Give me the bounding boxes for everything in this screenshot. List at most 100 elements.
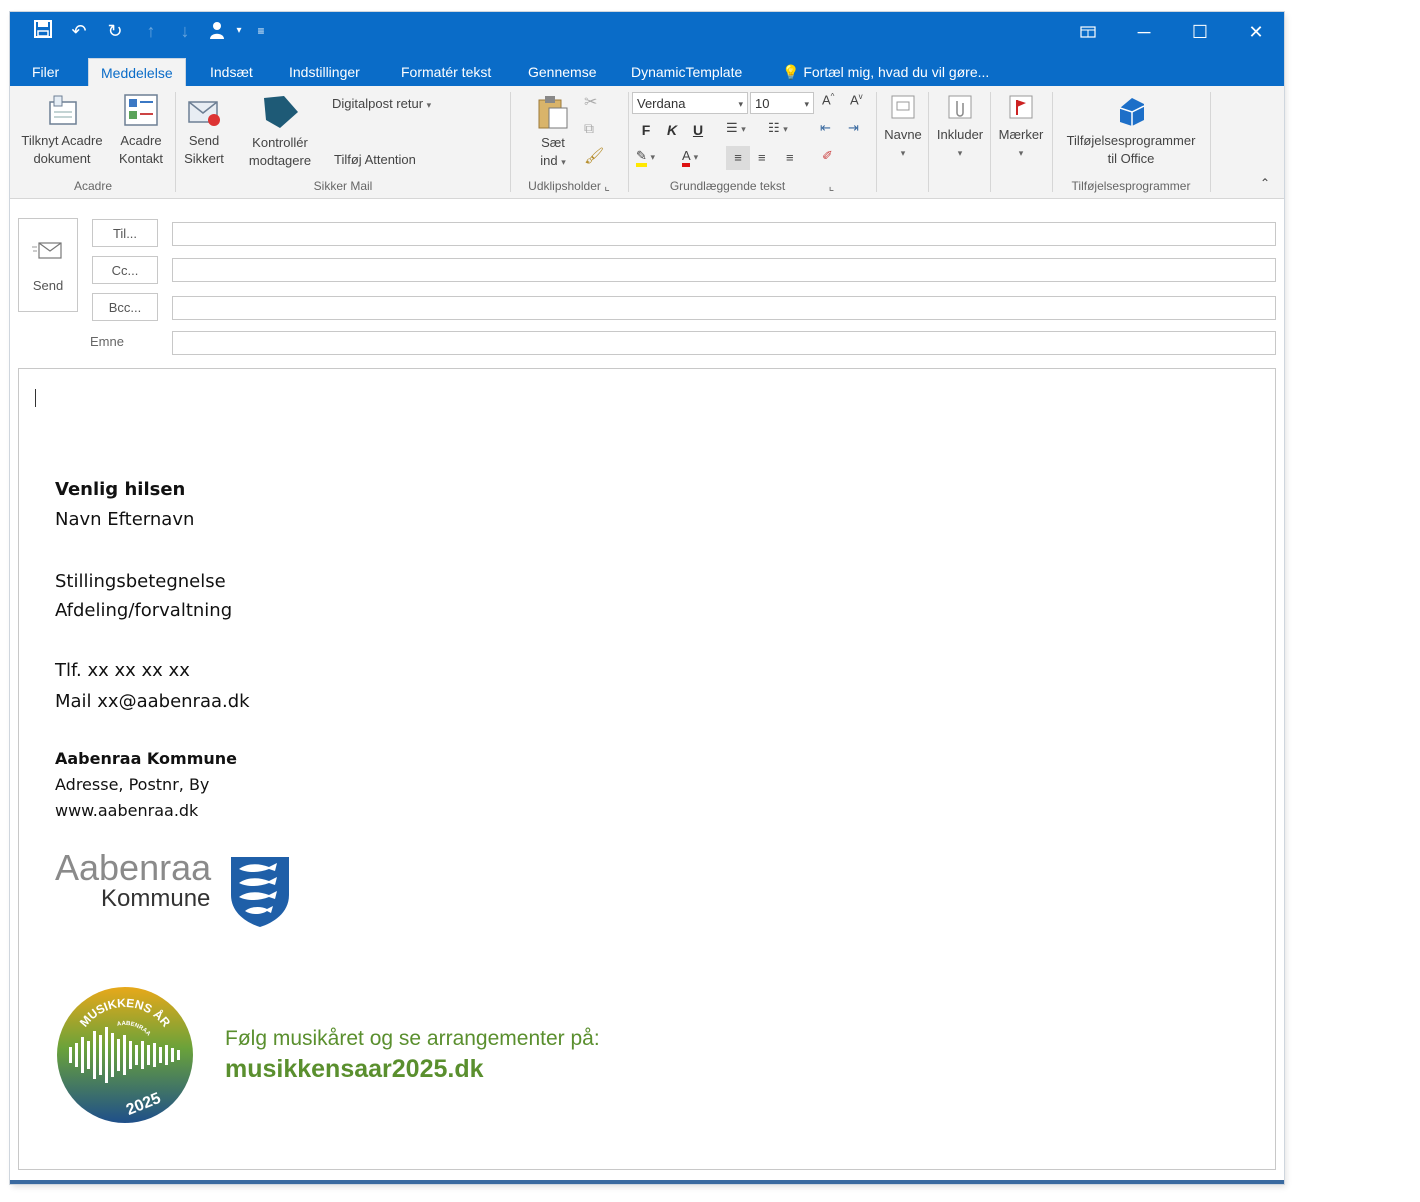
coat-of-arms-icon bbox=[231, 857, 289, 927]
bcc-button[interactable]: Bcc... bbox=[92, 293, 158, 321]
tell-me-search[interactable]: 💡 Fortæl mig, hvad du vil gøre... bbox=[782, 58, 989, 86]
signature-website[interactable]: www.aabenraa.dk bbox=[55, 801, 198, 820]
digitalpost-dropdown[interactable]: Digitalpost retur ▾ bbox=[332, 96, 431, 111]
outlook-compose-window: ↶ ↻ ↑ ↓ ▾ ≡ ─ ☐ ✕ Filer Meddelelse Indsæ… bbox=[10, 12, 1284, 1184]
down-arrow-icon[interactable]: ↓ bbox=[174, 20, 196, 42]
person-icon[interactable] bbox=[206, 20, 228, 42]
to-button[interactable]: Til... bbox=[92, 219, 158, 247]
group-label-acadre: Acadre bbox=[73, 179, 113, 193]
align-left-icon[interactable]: ≡ bbox=[726, 146, 750, 170]
send-button[interactable]: Send bbox=[18, 218, 78, 312]
font-select[interactable]: Verdana ▾ bbox=[632, 92, 748, 114]
attach-acadre-button[interactable]: Tilknyt Acadre dokument bbox=[14, 92, 110, 168]
check-recipients-label-1: Kontrollér bbox=[252, 135, 308, 150]
align-center-icon[interactable]: ≡ bbox=[758, 146, 766, 170]
customize-icon[interactable]: ≡ bbox=[250, 20, 272, 42]
ribbon-divider bbox=[175, 92, 176, 192]
add-attention-button[interactable]: Tilføj Attention bbox=[334, 152, 416, 167]
copy-icon[interactable]: ⧉ bbox=[584, 120, 594, 137]
tab-meddelelse[interactable]: Meddelelse bbox=[88, 58, 186, 87]
clear-formatting-icon[interactable]: ✐ bbox=[822, 148, 833, 164]
send-secure-button[interactable]: Send Sikkert bbox=[178, 94, 230, 168]
ribbon-divider bbox=[1210, 92, 1211, 192]
tab-dynamictemplate[interactable]: DynamicTemplate bbox=[619, 58, 754, 86]
arrow-icon bbox=[264, 96, 298, 128]
to-field[interactable] bbox=[172, 222, 1276, 246]
chevron-down-icon: ▾ bbox=[957, 148, 963, 158]
decrease-indent-icon[interactable]: ⇤ bbox=[820, 120, 831, 136]
paste-label-2: ind ▾ bbox=[540, 153, 566, 168]
maximize-icon[interactable]: ☐ bbox=[1184, 18, 1216, 46]
italic-button[interactable]: K bbox=[662, 122, 682, 138]
music-year-text: Følg musikåret og se arrangementer på: bbox=[225, 1027, 600, 1050]
bold-button[interactable]: F bbox=[636, 122, 656, 138]
font-size-select[interactable]: 10 ▾ bbox=[750, 92, 814, 114]
close-icon[interactable]: ✕ bbox=[1240, 18, 1272, 46]
increase-indent-icon[interactable]: ⇥ bbox=[848, 120, 859, 136]
dialog-launcher-icon[interactable]: ⌞ bbox=[604, 179, 610, 193]
ribbon-divider bbox=[510, 92, 511, 192]
minimize-icon[interactable]: ─ bbox=[1128, 18, 1160, 46]
underline-button[interactable]: U bbox=[688, 122, 708, 138]
format-painter-icon[interactable]: 🖌 bbox=[584, 146, 604, 166]
tab-formater-tekst[interactable]: Formatér tekst bbox=[389, 58, 503, 86]
paste-button[interactable]: Sæt ind ▾ bbox=[530, 94, 576, 171]
align-right-icon[interactable]: ≡ bbox=[786, 146, 794, 170]
redo-icon[interactable]: ↻ bbox=[104, 20, 126, 42]
undo-icon[interactable]: ↶ bbox=[68, 20, 90, 42]
chevron-down-icon[interactable]: ▾ bbox=[228, 20, 250, 42]
tab-indsaet[interactable]: Indsæt bbox=[198, 58, 265, 86]
ribbon-divider bbox=[990, 92, 991, 192]
tab-filer[interactable]: Filer bbox=[20, 58, 71, 86]
subject-label: Emne bbox=[90, 334, 124, 349]
bullets-icon[interactable]: ☰ ▾ bbox=[726, 120, 746, 136]
up-arrow-icon[interactable]: ↑ bbox=[140, 20, 162, 42]
ribbon: Tilknyt Acadre dokument Acadre Kontakt A… bbox=[10, 86, 1284, 199]
numbering-icon[interactable]: ☷ ▾ bbox=[768, 120, 788, 136]
paperclip-icon bbox=[948, 95, 972, 119]
save-icon[interactable] bbox=[32, 20, 54, 42]
subject-field[interactable] bbox=[172, 331, 1276, 355]
include-button[interactable]: Inkluder ▾ bbox=[932, 92, 988, 162]
grow-font-icon[interactable]: A^ bbox=[822, 92, 834, 107]
include-label: Inkluder bbox=[936, 127, 984, 142]
signature-organization: Aabenraa Kommune bbox=[55, 749, 238, 768]
musikkens-aar-badge: MUSIKKENS ÅR AABENRAA 2025 bbox=[55, 985, 195, 1125]
font-size-value: 10 bbox=[755, 96, 770, 111]
lightbulb-icon: 💡 bbox=[782, 64, 800, 80]
dialog-launcher-icon[interactable]: ⌞ bbox=[829, 179, 835, 193]
font-value: Verdana bbox=[637, 96, 686, 111]
signature-department: Afdeling/forvaltning bbox=[55, 600, 233, 621]
shrink-font-icon[interactable]: Av bbox=[850, 92, 863, 107]
group-label-addins: Tilføjelsesprogrammer bbox=[1071, 179, 1191, 193]
chevron-down-icon: ▾ bbox=[426, 100, 432, 110]
highlight-icon[interactable]: ✎ ▾ bbox=[636, 148, 655, 167]
collapse-ribbon-icon[interactable]: ⌃ bbox=[1260, 176, 1270, 190]
clipboard-icon bbox=[538, 96, 568, 129]
acadre-contact-label-1: Acadre bbox=[120, 133, 162, 148]
ribbon-display-icon[interactable] bbox=[1072, 18, 1104, 46]
cc-field[interactable] bbox=[172, 258, 1276, 282]
office-addins-button[interactable]: Tilføjelsesprogrammer til Office bbox=[1056, 94, 1206, 168]
cut-icon[interactable]: ✂ bbox=[584, 92, 597, 112]
tags-button[interactable]: Mærker ▾ bbox=[994, 92, 1048, 162]
font-color-icon[interactable]: A ▾ bbox=[682, 148, 698, 167]
signature-phone: Tlf. xx xx xx xx bbox=[55, 660, 190, 681]
chevron-down-icon: ▾ bbox=[738, 99, 743, 109]
message-body[interactable]: Venlig hilsen Navn Efternavn Stillingsbe… bbox=[18, 368, 1276, 1170]
office-addins-label-2: til Office bbox=[1107, 151, 1155, 166]
cc-button[interactable]: Cc... bbox=[92, 256, 158, 284]
music-year-link[interactable]: musikkensaar2025.dk bbox=[225, 1055, 484, 1084]
flag-icon bbox=[1009, 95, 1033, 119]
secure-mail-icon bbox=[188, 101, 220, 126]
bcc-field[interactable] bbox=[172, 296, 1276, 320]
check-recipients-button[interactable]: Kontrollér modtagere bbox=[242, 92, 318, 170]
ribbon-divider bbox=[876, 92, 877, 192]
acadre-contact-button[interactable]: Acadre Kontakt bbox=[110, 92, 172, 168]
attach-acadre-label-2: dokument bbox=[33, 151, 91, 166]
names-button[interactable]: Navne ▾ bbox=[880, 92, 926, 162]
check-recipients-label-2: modtagere bbox=[248, 153, 312, 168]
address-book-icon bbox=[891, 95, 915, 119]
tab-indstillinger[interactable]: Indstillinger bbox=[277, 58, 372, 86]
tab-gennemse[interactable]: Gennemse bbox=[516, 58, 608, 86]
